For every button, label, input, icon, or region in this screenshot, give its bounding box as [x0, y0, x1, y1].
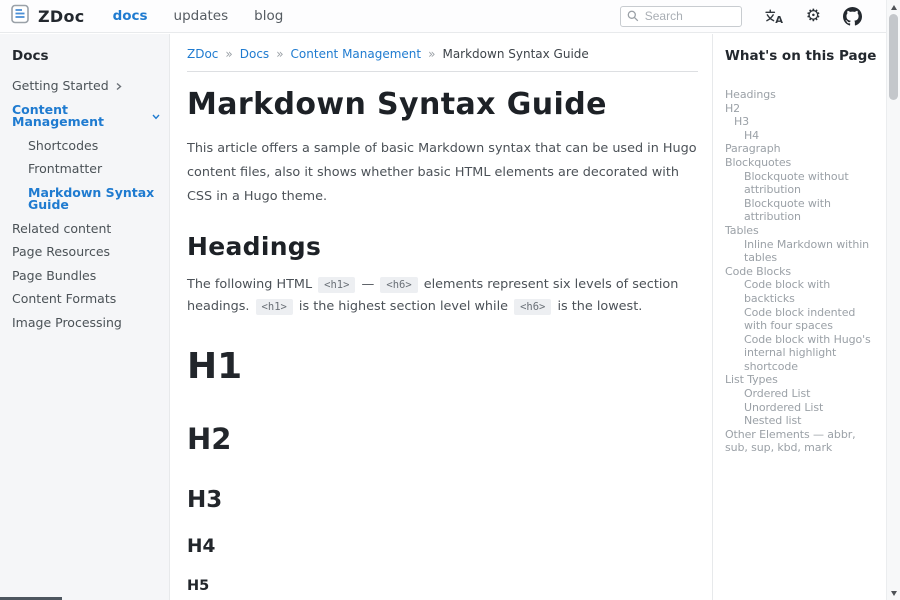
inline-code: <h1>: [256, 299, 293, 315]
chevron-right-icon: [114, 82, 123, 91]
sidebar-item-page-resources[interactable]: Page Resources: [12, 246, 161, 259]
inline-code: <h6>: [514, 299, 551, 315]
gear-icon[interactable]: ⚙: [806, 8, 821, 25]
breadcrumb-link-content-management[interactable]: Content Management: [291, 47, 422, 61]
heading-sample-h2: H2: [187, 422, 698, 456]
inline-code: <h1>: [318, 277, 355, 293]
sidebar-item-shortcodes[interactable]: Shortcodes: [12, 140, 161, 153]
sidebar-item-label: Content Formats: [12, 293, 116, 306]
headings-description-paragraph: The following HTML <h1> — <h6> elements …: [187, 274, 698, 318]
toc-item[interactable]: Code Blocks: [725, 265, 880, 279]
toc-title: What's on this Page: [725, 48, 880, 64]
sidebar-item-page-bundles[interactable]: Page Bundles: [12, 270, 161, 283]
triangle-down-icon: [891, 591, 897, 596]
toc-item[interactable]: Inline Markdown within tables: [725, 238, 880, 265]
scrollbar-down-arrow[interactable]: [887, 586, 900, 600]
chevron-down-icon: [151, 112, 161, 121]
docs-sidebar: Docs Getting Started Content Management …: [0, 34, 170, 600]
app-window: ZDoc docs updates blog: [0, 0, 900, 600]
sidebar-item-label: Image Processing: [12, 317, 122, 330]
heading-sample-h5: H5: [187, 578, 698, 594]
scrollbar-thumb[interactable]: [889, 14, 898, 100]
sidebar-item-content-formats[interactable]: Content Formats: [12, 293, 161, 306]
top-navigation: docs updates blog: [113, 8, 284, 24]
sidebar-item-image-processing[interactable]: Image Processing: [12, 317, 161, 330]
toc-item[interactable]: Headings: [725, 88, 880, 102]
triangle-up-icon: [891, 5, 897, 10]
sidebar-item-label: Frontmatter: [28, 163, 102, 176]
paragraph-text: The following HTML: [187, 277, 316, 292]
toc-item[interactable]: Blockquotes: [725, 156, 880, 170]
header-actions: A ⚙: [620, 6, 876, 27]
toc-item[interactable]: Code block with Hugo's internal highligh…: [725, 333, 880, 374]
heading-sample-h1: H1: [187, 346, 698, 387]
sidebar-item-label: Page Bundles: [12, 270, 96, 283]
translate-icon[interactable]: A: [764, 8, 784, 25]
paragraph-text: is the highest section level while: [295, 299, 512, 314]
scrollbar-up-arrow[interactable]: [887, 0, 900, 14]
toc-item[interactable]: Blockquote without attribution: [725, 170, 880, 197]
sidebar-item-markdown-syntax-guide[interactable]: Markdown Syntax Guide: [12, 187, 161, 212]
breadcrumb-divider: [187, 71, 698, 72]
sidebar-section-title: Docs: [12, 48, 161, 64]
search-icon: [627, 7, 639, 26]
breadcrumb-separator: »: [276, 47, 283, 61]
nav-docs[interactable]: docs: [113, 8, 148, 24]
search-input[interactable]: [645, 9, 731, 23]
top-header: ZDoc docs updates blog: [0, 0, 886, 33]
sidebar-item-label: Related content: [12, 223, 111, 236]
toc-item[interactable]: H4: [725, 129, 880, 143]
breadcrumb-current-page: Markdown Syntax Guide: [442, 47, 588, 61]
sidebar-item-label: Markdown Syntax Guide: [28, 187, 161, 212]
paragraph-text: —: [357, 277, 378, 292]
brand-logo[interactable]: ZDoc: [10, 4, 85, 28]
breadcrumb-link-zdoc[interactable]: ZDoc: [187, 47, 218, 61]
toc-item[interactable]: Other Elements — abbr, sub, sup, kbd, ma…: [725, 428, 880, 455]
breadcrumb-link-docs[interactable]: Docs: [240, 47, 269, 61]
toc-item[interactable]: H2: [725, 102, 880, 116]
toc-panel: What's on this Page HeadingsH2H3H4Paragr…: [712, 34, 886, 600]
main-content: ZDoc » Docs » Content Management » Markd…: [171, 34, 712, 600]
sidebar-item-label: Page Resources: [12, 246, 110, 259]
breadcrumb-separator: »: [225, 47, 232, 61]
section-heading-headings: Headings: [187, 232, 698, 261]
sidebar-item-label: Content Management: [12, 104, 146, 129]
toc-list: HeadingsH2H3H4ParagraphBlockquotesBlockq…: [725, 88, 880, 455]
sidebar-item-label: Getting Started: [12, 80, 109, 93]
toc-item[interactable]: Paragraph: [725, 142, 880, 156]
toc-item[interactable]: Tables: [725, 224, 880, 238]
inline-code: <h6>: [380, 277, 417, 293]
toc-item[interactable]: Code block with backticks: [725, 278, 880, 305]
toc-item[interactable]: Blockquote with attribution: [725, 197, 880, 224]
heading-sample-h4: H4: [187, 536, 698, 557]
toc-item[interactable]: Unordered List: [725, 401, 880, 415]
page-title: Markdown Syntax Guide: [187, 87, 698, 122]
svg-text:A: A: [775, 15, 783, 25]
heading-sample-h3: H3: [187, 487, 698, 513]
sidebar-item-related-content[interactable]: Related content: [12, 223, 161, 236]
github-icon[interactable]: [843, 7, 862, 26]
document-logo-icon: [10, 4, 30, 28]
breadcrumb: ZDoc » Docs » Content Management » Markd…: [187, 47, 698, 61]
toc-item[interactable]: H3: [725, 115, 880, 129]
brand-name: ZDoc: [38, 7, 85, 26]
vertical-scrollbar[interactable]: [886, 0, 900, 600]
sidebar-item-frontmatter[interactable]: Frontmatter: [12, 163, 161, 176]
nav-updates[interactable]: updates: [174, 8, 229, 24]
toc-item[interactable]: List Types: [725, 373, 880, 387]
sidebar-item-content-management[interactable]: Content Management: [12, 104, 161, 129]
search-box[interactable]: [620, 6, 742, 27]
toc-item[interactable]: Ordered List: [725, 387, 880, 401]
sidebar-item-label: Shortcodes: [28, 140, 98, 153]
paragraph-text: is the lowest.: [553, 299, 642, 314]
toc-item[interactable]: Code block indented with four spaces: [725, 306, 880, 333]
intro-paragraph: This article offers a sample of basic Ma…: [187, 137, 698, 209]
breadcrumb-separator: »: [428, 47, 435, 61]
sidebar-item-getting-started[interactable]: Getting Started: [12, 80, 161, 93]
nav-blog[interactable]: blog: [254, 8, 283, 24]
toc-item[interactable]: Nested list: [725, 414, 880, 428]
